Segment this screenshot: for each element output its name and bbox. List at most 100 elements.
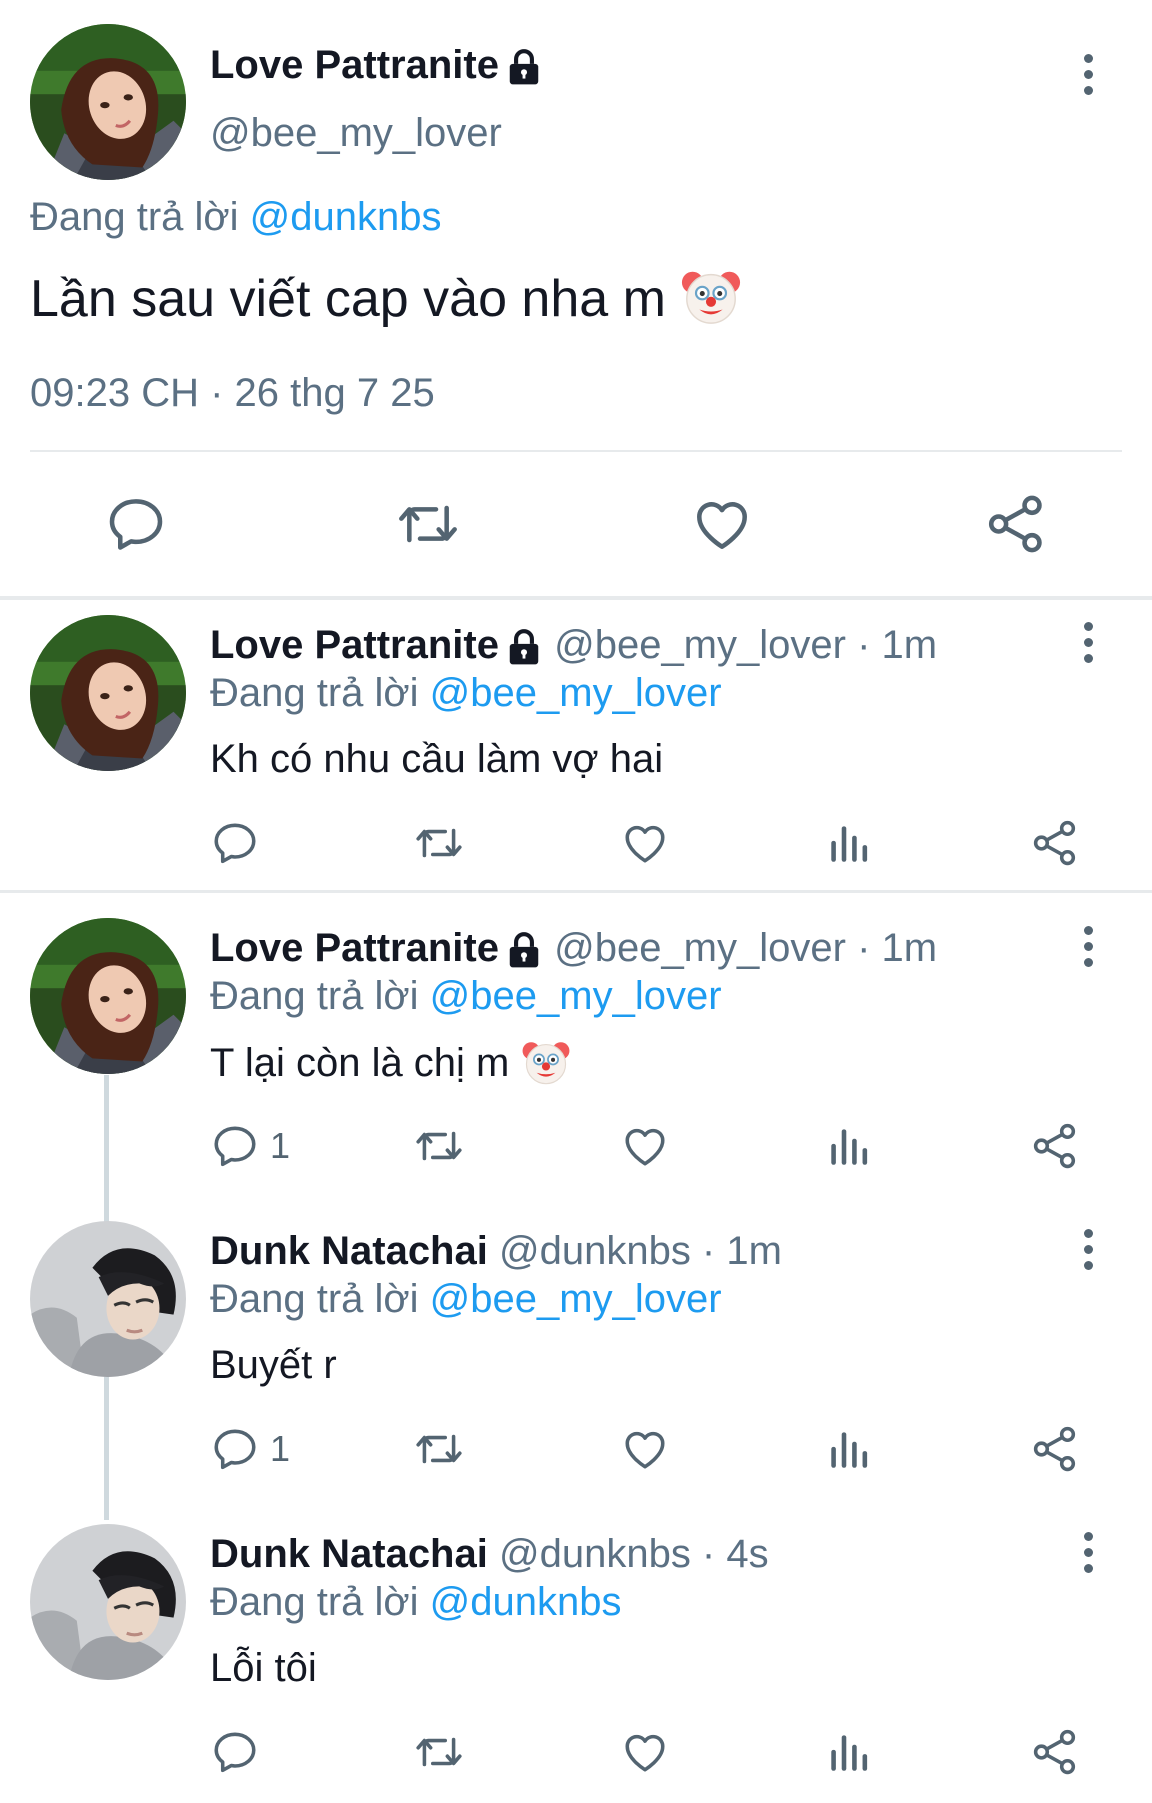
tweet-timestamp[interactable]: 09:23 CH · 26 thg 7 25 bbox=[30, 368, 435, 418]
reply-icon bbox=[210, 1121, 260, 1171]
divider bbox=[30, 450, 1122, 452]
reply-button[interactable]: 1 bbox=[210, 1121, 290, 1171]
reply-count: 1 bbox=[270, 1428, 291, 1469]
share-icon bbox=[1030, 1424, 1080, 1474]
tweet-text: Lần sau viết cap vào nha m bbox=[30, 264, 742, 332]
views-icon bbox=[824, 1727, 874, 1777]
retweet-button[interactable] bbox=[412, 1727, 466, 1777]
heart-icon bbox=[620, 1727, 670, 1777]
replying-to-link[interactable]: @dunknbs bbox=[250, 195, 442, 239]
like-button[interactable] bbox=[620, 818, 670, 868]
heart-icon bbox=[620, 1424, 670, 1474]
retweet-icon bbox=[412, 1424, 466, 1474]
share-button[interactable] bbox=[1030, 1121, 1080, 1171]
retweet-icon bbox=[412, 818, 466, 868]
like-button[interactable] bbox=[620, 1121, 670, 1171]
heart-icon bbox=[620, 1121, 670, 1171]
share-button[interactable] bbox=[1030, 1727, 1080, 1777]
reply-icon bbox=[104, 492, 168, 556]
replying-to-line: Đang trả lời @bee_my_lover bbox=[210, 668, 722, 718]
reply-count: 1 bbox=[270, 1125, 291, 1166]
replying-to-link[interactable]: @bee_my_lover bbox=[430, 671, 722, 715]
retweet-icon bbox=[412, 1121, 466, 1171]
reply-avatar[interactable] bbox=[30, 615, 186, 771]
share-button[interactable] bbox=[1030, 818, 1080, 868]
more-options-button[interactable] bbox=[1068, 612, 1108, 672]
lock-icon bbox=[505, 931, 543, 969]
reply-meta[interactable]: @dunknbs · 4s bbox=[499, 1532, 769, 1576]
views-button[interactable] bbox=[824, 818, 874, 868]
reply-meta[interactable]: @bee_my_lover · 1m bbox=[554, 926, 937, 970]
share-icon bbox=[1030, 1121, 1080, 1171]
retweet-button[interactable] bbox=[394, 492, 462, 556]
like-button[interactable] bbox=[620, 1727, 670, 1777]
reply-author-name[interactable]: Dunk Natachai bbox=[210, 1532, 488, 1576]
views-button[interactable] bbox=[824, 1121, 874, 1171]
replying-to-link[interactable]: @dunknbs bbox=[430, 1580, 622, 1624]
reply-button[interactable] bbox=[210, 818, 270, 868]
replying-to-link[interactable]: @bee_my_lover bbox=[430, 974, 722, 1018]
reply-text: Lỗi tôi bbox=[210, 1646, 317, 1690]
more-options-button[interactable] bbox=[1068, 1522, 1108, 1582]
views-icon bbox=[824, 1424, 874, 1474]
views-icon bbox=[824, 818, 874, 868]
reply-text: Kh có nhu cầu làm vợ hai bbox=[210, 737, 664, 781]
author-avatar[interactable] bbox=[30, 24, 186, 180]
reply-header: Love Pattranite @bee_my_lover · 1m bbox=[210, 620, 937, 670]
replying-prefix: Đang trả lời bbox=[210, 974, 419, 1018]
reply-author-name[interactable]: Dunk Natachai bbox=[210, 1229, 488, 1273]
reply-avatar[interactable] bbox=[30, 1221, 186, 1377]
more-options-button[interactable] bbox=[1068, 916, 1108, 976]
reply-avatar[interactable] bbox=[30, 1524, 186, 1680]
section-separator bbox=[0, 890, 1152, 893]
reply-header: Love Pattranite @bee_my_lover · 1m bbox=[210, 923, 937, 973]
replying-to-line: Đang trả lời @bee_my_lover bbox=[210, 971, 722, 1021]
views-button[interactable] bbox=[824, 1424, 874, 1474]
lock-icon bbox=[505, 628, 543, 666]
reply-icon bbox=[210, 1424, 260, 1474]
author-handle[interactable]: @bee_my_lover bbox=[210, 108, 502, 158]
reply-text: Buyết r bbox=[210, 1343, 337, 1387]
share-button[interactable] bbox=[1030, 1424, 1080, 1474]
reply-text: T lại còn là chị m bbox=[210, 1036, 571, 1089]
views-button[interactable] bbox=[824, 1727, 874, 1777]
share-icon bbox=[1030, 1727, 1080, 1777]
more-options-button[interactable] bbox=[1068, 1219, 1108, 1279]
section-separator bbox=[0, 596, 1152, 600]
replying-prefix: Đang trả lời bbox=[210, 1580, 419, 1624]
replying-to-line: Đang trả lời @dunknbs bbox=[30, 192, 442, 242]
reply-meta[interactable]: @dunknbs · 1m bbox=[499, 1229, 782, 1273]
retweet-icon bbox=[412, 1727, 466, 1777]
reply-button[interactable]: 1 bbox=[210, 1424, 290, 1474]
reply-header: Dunk Natachai @dunknbs · 1m bbox=[210, 1226, 782, 1276]
retweet-icon bbox=[394, 492, 462, 556]
more-options-button[interactable] bbox=[1068, 44, 1108, 104]
reply-header: Dunk Natachai @dunknbs · 4s bbox=[210, 1529, 769, 1579]
reply-button[interactable] bbox=[210, 1727, 270, 1777]
retweet-button[interactable] bbox=[412, 818, 466, 868]
reply-meta[interactable]: @bee_my_lover · 1m bbox=[554, 623, 937, 667]
like-button[interactable] bbox=[690, 492, 754, 556]
share-icon bbox=[1030, 818, 1080, 868]
retweet-button[interactable] bbox=[412, 1121, 466, 1171]
reply-author-name[interactable]: Love Pattranite bbox=[210, 926, 499, 970]
heart-icon bbox=[620, 818, 670, 868]
reply-icon bbox=[210, 818, 260, 868]
retweet-button[interactable] bbox=[412, 1424, 466, 1474]
lock-icon bbox=[505, 48, 543, 86]
views-icon bbox=[824, 1121, 874, 1171]
replying-prefix: Đang trả lời bbox=[210, 671, 419, 715]
replying-prefix: Đang trả lời bbox=[30, 195, 239, 239]
replying-prefix: Đang trả lời bbox=[210, 1277, 419, 1321]
like-button[interactable] bbox=[620, 1424, 670, 1474]
replying-to-link[interactable]: @bee_my_lover bbox=[430, 1277, 722, 1321]
replying-to-line: Đang trả lời @bee_my_lover bbox=[210, 1274, 722, 1324]
reply-author-name[interactable]: Love Pattranite bbox=[210, 623, 499, 667]
clown-face-emoji bbox=[521, 1036, 571, 1086]
share-button[interactable] bbox=[984, 492, 1048, 556]
reply-avatar[interactable] bbox=[30, 918, 186, 1074]
author-name[interactable]: Love Pattranite bbox=[210, 40, 543, 90]
reply-button[interactable] bbox=[104, 492, 168, 556]
share-icon bbox=[984, 492, 1048, 556]
reply-icon bbox=[210, 1727, 260, 1777]
